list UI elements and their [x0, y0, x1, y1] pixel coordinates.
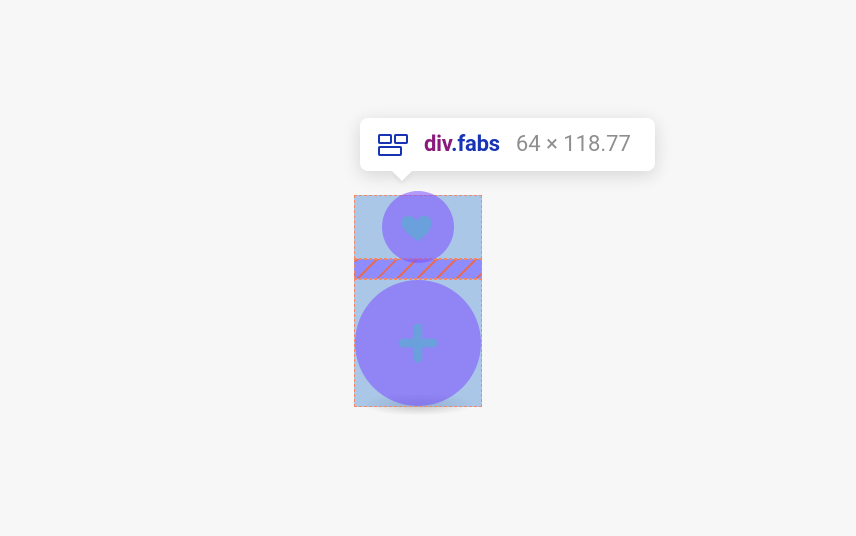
flex-layout-icon	[378, 134, 408, 156]
fab-large-plus[interactable]	[355, 280, 481, 406]
tooltip-selector: div.fabs	[424, 132, 500, 157]
tooltip-class-name: .fabs	[451, 132, 500, 157]
devtools-element-tooltip: div.fabs 64 × 118.77	[360, 118, 655, 171]
heart-icon	[399, 208, 437, 246]
tooltip-tag-name: div	[424, 132, 451, 157]
plus-icon	[392, 317, 444, 369]
fabs-container	[354, 195, 482, 407]
tooltip-dimensions: 64 × 118.77	[516, 132, 631, 157]
fab-small-heart[interactable]	[382, 191, 454, 263]
overlay-box-small-fab	[354, 195, 482, 259]
overlay-box-large-fab	[354, 279, 482, 407]
